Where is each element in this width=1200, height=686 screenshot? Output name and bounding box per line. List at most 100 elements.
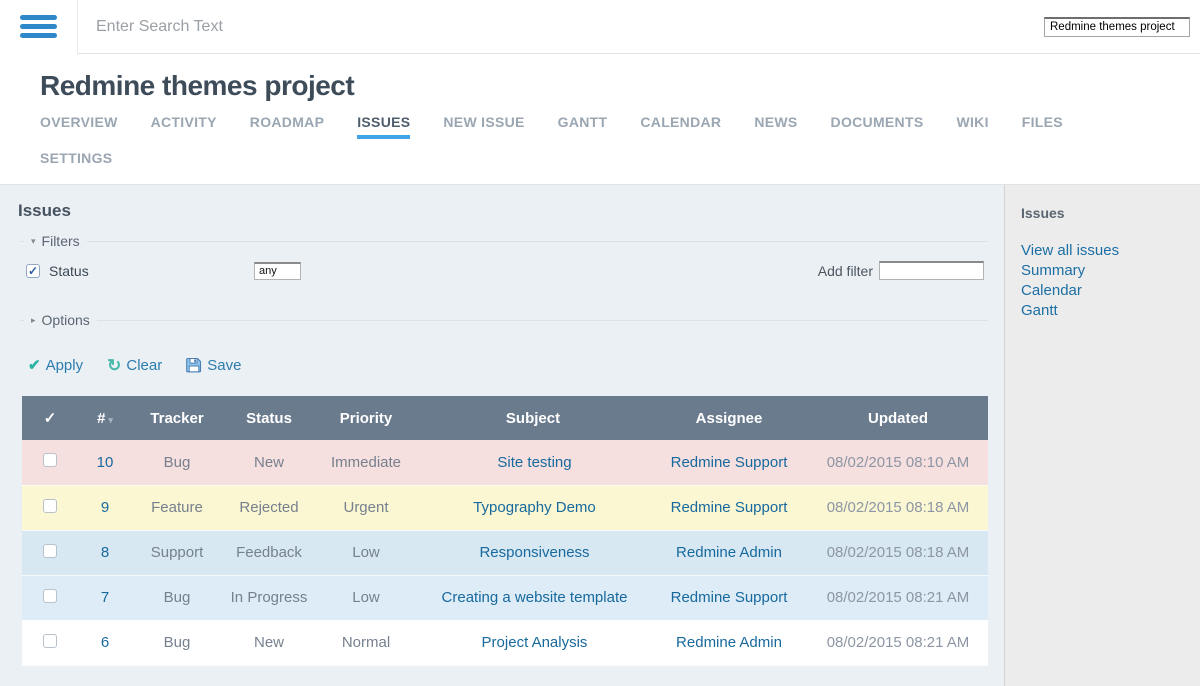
issue-status: Feedback: [222, 530, 316, 575]
refresh-icon: ↻: [107, 357, 121, 374]
sidebar-link-calendar[interactable]: Calendar: [1021, 281, 1190, 301]
expand-triangle-icon: ▸: [31, 315, 36, 326]
status-filter-checkbox[interactable]: ✓: [26, 264, 40, 278]
issue-priority: Urgent: [316, 485, 416, 530]
issue-assignee-link[interactable]: Redmine Admin: [676, 544, 782, 561]
search-input[interactable]: [96, 18, 1044, 36]
issue-subject-link[interactable]: Responsiveness: [479, 544, 589, 561]
issue-row: 10 Bug New Immediate Site testing Redmin…: [22, 440, 988, 485]
issue-updated: 08/02/2015 08:18 AM: [808, 485, 988, 530]
column-header-tracker[interactable]: Tracker: [132, 396, 222, 440]
check-icon: ✔: [28, 356, 41, 374]
options-legend-label: Options: [42, 312, 90, 328]
hamburger-menu-button[interactable]: [0, 0, 78, 54]
issue-updated: 08/02/2015 08:21 AM: [808, 575, 988, 620]
column-header-assignee[interactable]: Assignee: [650, 396, 808, 440]
issue-row: 8 Support Feedback Low Responsiveness Re…: [22, 530, 988, 575]
issue-row: 7 Bug In Progress Low Creating a website…: [22, 575, 988, 620]
main-column: Issues ▾ Filters ✓ Status any Add filter: [0, 185, 1004, 686]
tab-files[interactable]: FILES: [1022, 114, 1063, 139]
issue-row: 6 Bug New Normal Project Analysis Redmin…: [22, 620, 988, 665]
tab-news[interactable]: NEWS: [754, 114, 797, 139]
sidebar-link-view-all-issues[interactable]: View all issues: [1021, 241, 1190, 261]
tab-new-issue[interactable]: NEW ISSUE: [443, 114, 524, 139]
save-label: Save: [207, 357, 241, 374]
issue-tracker: Feature: [132, 485, 222, 530]
sidebar-link-summary[interactable]: Summary: [1021, 261, 1190, 281]
issue-tracker: Bug: [132, 620, 222, 665]
issue-priority: Immediate: [316, 440, 416, 485]
issue-assignee-link[interactable]: Redmine Support: [671, 589, 788, 606]
issue-priority: Low: [316, 575, 416, 620]
row-checkbox[interactable]: [43, 499, 57, 513]
hamburger-icon: [20, 15, 57, 20]
add-filter-select[interactable]: [879, 261, 984, 280]
right-sidebar: Issues View all issues Summary Calendar …: [1004, 185, 1200, 686]
filters-legend-label: Filters: [42, 233, 80, 249]
issue-status: New: [222, 620, 316, 665]
issue-subject-link[interactable]: Creating a website template: [442, 589, 628, 606]
select-all-checkmark[interactable]: ✓: [22, 396, 78, 440]
row-checkbox[interactable]: [43, 589, 57, 603]
column-header-updated[interactable]: Updated: [808, 396, 988, 440]
tab-calendar[interactable]: CALENDAR: [640, 114, 721, 139]
tab-documents[interactable]: DOCUMENTS: [831, 114, 924, 139]
issues-heading: Issues: [18, 201, 990, 221]
tab-activity[interactable]: ACTIVITY: [151, 114, 217, 139]
row-checkbox[interactable]: [43, 634, 57, 648]
status-operator-select[interactable]: any: [254, 262, 301, 280]
issue-id-link[interactable]: 7: [101, 589, 109, 606]
sidebar-link-gantt[interactable]: Gantt: [1021, 301, 1190, 321]
table-header-row: ✓ #▾ Tracker Status Priority Subject Ass…: [22, 396, 988, 440]
issue-assignee-link[interactable]: Redmine Support: [671, 499, 788, 516]
sidebar-heading: Issues: [1021, 205, 1190, 221]
tab-wiki[interactable]: WIKI: [956, 114, 988, 139]
tab-issues[interactable]: ISSUES: [357, 114, 410, 139]
tab-settings[interactable]: SETTINGS: [40, 150, 112, 175]
column-header-id[interactable]: #▾: [78, 396, 132, 440]
apply-button[interactable]: ✔ Apply: [28, 356, 83, 374]
issue-status: New: [222, 440, 316, 485]
column-header-subject[interactable]: Subject: [416, 396, 650, 440]
apply-label: Apply: [46, 357, 84, 374]
options-fieldset: ▸ Options: [20, 312, 988, 328]
tab-roadmap[interactable]: ROADMAP: [250, 114, 324, 139]
add-filter-label: Add filter: [818, 263, 873, 279]
column-header-priority[interactable]: Priority: [316, 396, 416, 440]
issue-assignee-link[interactable]: Redmine Admin: [676, 634, 782, 651]
status-filter-label: Status: [49, 263, 89, 279]
issue-id-link[interactable]: 9: [101, 499, 109, 516]
page-title: Redmine themes project: [40, 70, 1170, 102]
issue-tracker: Support: [132, 530, 222, 575]
issue-subject-link[interactable]: Project Analysis: [482, 634, 588, 651]
project-jump-select[interactable]: Redmine themes project: [1044, 17, 1190, 37]
project-nav-tabs: OVERVIEW ACTIVITY ROADMAP ISSUES NEW ISS…: [40, 114, 1160, 175]
issue-subject-link[interactable]: Site testing: [497, 454, 571, 471]
column-header-status[interactable]: Status: [222, 396, 316, 440]
issue-updated: 08/02/2015 08:10 AM: [808, 440, 988, 485]
row-checkbox[interactable]: [43, 544, 57, 558]
content-area: Issues ▾ Filters ✓ Status any Add filter: [0, 185, 1200, 686]
row-checkbox[interactable]: [43, 453, 57, 467]
status-filter-row: ✓ Status: [26, 263, 254, 279]
issue-updated: 08/02/2015 08:18 AM: [808, 530, 988, 575]
issue-row: 9 Feature Rejected Urgent Typography Dem…: [22, 485, 988, 530]
filter-actions: ✔ Apply ↻ Clear Save: [28, 356, 990, 374]
sort-desc-icon: ▾: [108, 415, 113, 425]
top-bar: Redmine themes project: [0, 0, 1200, 54]
clear-label: Clear: [126, 357, 162, 374]
clear-button[interactable]: ↻ Clear: [107, 357, 162, 374]
issue-id-link[interactable]: 8: [101, 544, 109, 561]
issue-subject-link[interactable]: Typography Demo: [473, 499, 596, 516]
issue-priority: Normal: [316, 620, 416, 665]
save-button[interactable]: Save: [186, 357, 241, 374]
filters-legend[interactable]: ▾ Filters: [24, 233, 87, 249]
issue-assignee-link[interactable]: Redmine Support: [671, 454, 788, 471]
issue-id-link[interactable]: 10: [97, 454, 114, 471]
options-legend[interactable]: ▸ Options: [24, 312, 97, 328]
tab-overview[interactable]: OVERVIEW: [40, 114, 118, 139]
project-header: Redmine themes project OVERVIEW ACTIVITY…: [0, 54, 1200, 185]
issue-id-link[interactable]: 6: [101, 634, 109, 651]
tab-gantt[interactable]: GANTT: [558, 114, 608, 139]
floppy-disk-icon: [186, 357, 202, 373]
